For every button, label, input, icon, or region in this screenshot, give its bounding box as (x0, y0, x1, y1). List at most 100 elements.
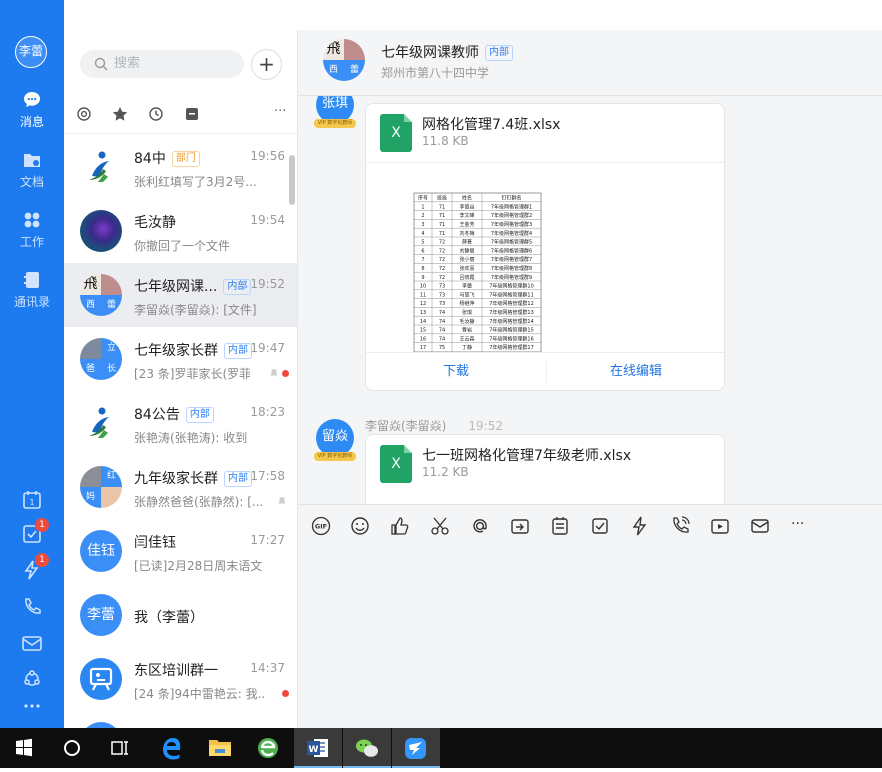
word-label: W (309, 745, 319, 755)
message-sender: 李留焱(李留焱) 19:52 (365, 419, 503, 433)
task-view-icon[interactable] (96, 728, 144, 768)
preview-cell: 6 (421, 248, 424, 254)
file-preview[interactable]: 序号 班级 姓名 钉钉群名 1 71 李留焱 7年级网格管理群1 2 71 李文峰 7年级网格管理群2… (366, 162, 724, 361)
download-button[interactable]: 下载 (366, 353, 546, 390)
file-card[interactable]: X 七一班网格化管理7年级老师.xlsx 11.2 KB (365, 434, 725, 504)
preview-cell: 9 (421, 275, 424, 281)
preview-cell: 73 (439, 284, 445, 290)
conversation-item[interactable]: 红 妈 九年级家长群 内部 17:58 张静然爸爸(张静然): [... (64, 455, 297, 519)
mail-icon[interactable] (749, 515, 771, 537)
call-icon[interactable] (669, 515, 691, 537)
sender-avatar[interactable]: 张琪 VIP 数字化教师 (314, 96, 356, 128)
ding-icon[interactable] (629, 515, 651, 537)
history-icon[interactable] (148, 106, 164, 122)
preview-cell: 李留焱 (459, 203, 474, 210)
svg-text:1: 1 (29, 498, 34, 507)
file-size: 11.2 KB (422, 465, 469, 479)
conversation-time: 17:58 (250, 469, 285, 483)
star-icon[interactable] (112, 106, 128, 122)
conversation-item[interactable]: 飛 西 蕾 七年级网课... 内部 19:52 李留焱(李留焱): [文件] (64, 263, 297, 327)
dingtalk-icon[interactable] (392, 728, 440, 768)
excel-file-icon: X (380, 445, 412, 483)
at-icon[interactable] (76, 106, 92, 122)
input-toolbar: GIF ··· (298, 504, 882, 728)
apps-icon (24, 212, 40, 228)
add-button[interactable]: + (251, 49, 282, 80)
conversation-item[interactable]: 毛汝静 19:54 你撤回了一个文件 (64, 199, 297, 263)
list-scrollbar[interactable] (289, 155, 295, 205)
emoji-icon[interactable] (349, 515, 371, 537)
conversation-item[interactable]: 84公告 内部 18:23 张艳涛(张艳涛): 收到 (64, 391, 297, 455)
file-name[interactable]: 网格化管理7.4班.xlsx (422, 114, 560, 134)
preview-cell: 张琪 (462, 309, 472, 316)
preview-cell: 72 (439, 240, 445, 246)
gif-icon[interactable]: GIF (310, 515, 332, 537)
conversation-item[interactable]: 李蕾 我（李蕾） (64, 583, 297, 647)
filter-more[interactable]: ··· (274, 104, 286, 119)
cortana-icon[interactable] (48, 728, 96, 768)
conversation-item[interactable]: 佳钰 闫佳钰 17:27 [已读]2月28日周末语文 (64, 519, 297, 583)
task-icon[interactable] (589, 515, 611, 537)
conversation-preview: 张艳涛(张艳涛): 收到 (134, 431, 248, 445)
nav-contacts-label: 通讯录 (13, 295, 50, 309)
preview-cell: 马慧飞 (459, 291, 474, 298)
preview-cell: 4 (421, 231, 424, 237)
preview-cell: 张欢喜 (459, 265, 474, 272)
archive-icon[interactable] (184, 106, 200, 122)
conversation-preview: [已读]2月28日周末语文 (134, 559, 263, 573)
message-area[interactable]: 张琪 VIP 数字化教师 X 网格化管理7.4班.xlsx 11.8 KB 序号… (298, 96, 882, 504)
preview-cell: 7年级网格管理群15 (489, 327, 534, 334)
preview-cell: 姓名 (462, 195, 472, 202)
preview-cell: 7年级网格管理群17 (489, 344, 534, 351)
conversation-item[interactable]: 84中 部门 19:56 张利红填写了3月2号... (64, 135, 297, 199)
preview-cell: 74 (439, 336, 445, 342)
edge-icon[interactable] (148, 728, 196, 768)
conversation-item-partial[interactable] (64, 711, 297, 728)
conversation-time: 19:54 (250, 213, 285, 227)
preview-cell: 73 (439, 301, 445, 307)
share-icon[interactable] (20, 667, 44, 691)
nav-work[interactable]: 工作 (0, 210, 64, 250)
calendar-icon[interactable]: 1 (20, 488, 44, 512)
window-title-bar (0, 0, 882, 30)
nav-documents[interactable]: 文档 (0, 150, 64, 190)
sender-avatar[interactable]: 留焱 VIP 数字化教师 (314, 419, 356, 461)
file-name[interactable]: 七一班网格化管理7年级老师.xlsx (422, 445, 631, 465)
nav-messages[interactable]: 消息 (0, 90, 64, 130)
video-icon[interactable] (709, 515, 731, 537)
toolbar-more[interactable]: ··· (791, 516, 813, 538)
forward-icon[interactable] (509, 515, 531, 537)
scissors-icon[interactable] (429, 515, 451, 537)
browser-icon[interactable] (244, 728, 292, 768)
cert-badge: VIP 数字化教师 (314, 119, 356, 128)
file-explorer-icon[interactable] (196, 728, 244, 768)
online-edit-button[interactable]: 在线编辑 (546, 353, 724, 390)
my-avatar[interactable]: 李蕾 (15, 36, 47, 68)
word-icon[interactable]: W (294, 728, 342, 768)
dept-tag: 部门 (171, 151, 200, 167)
phone-icon[interactable] (20, 595, 44, 619)
conversation-item[interactable]: 东区培训群一 14:37 [24 条]94中雷艳云: 我... (64, 647, 297, 711)
windows-start-icon[interactable] (0, 728, 48, 768)
preview-cell: 7年级网格管理群16 (489, 335, 534, 342)
preview-cell: 10 (420, 284, 426, 290)
nav-documents-label: 文档 (19, 175, 44, 189)
preview-cell: 72 (439, 266, 445, 272)
nav-contacts[interactable]: 通讯录 (0, 270, 64, 310)
conversation-item[interactable]: 立 爸 长 七年级家长群内部 19:47 [23 条]罗菲家长(罗菲)... (64, 327, 297, 391)
mail-icon[interactable] (20, 631, 44, 655)
mention-icon[interactable] (469, 515, 491, 537)
chat-title[interactable]: 七年级网课教师 内部 (381, 42, 513, 62)
preview-cell: 71 (439, 213, 445, 219)
search-input[interactable]: 搜索 (80, 50, 244, 78)
wechat-icon[interactable] (343, 728, 391, 768)
notes-icon[interactable] (549, 515, 571, 537)
conversation-preview: [23 条]罗菲家长(罗菲)... (134, 367, 250, 381)
chat-group-avatar[interactable]: 飛 西 蕾 (323, 39, 365, 81)
more-icon[interactable] (20, 698, 44, 714)
thumbs-up-icon[interactable] (389, 515, 411, 537)
chat-subtitle: 郑州市第八十四中学 (381, 66, 490, 80)
preview-cell: 7年级网格管理群9 (491, 274, 532, 281)
preview-cell: 刘静丽 (459, 247, 474, 254)
file-card[interactable]: X 网格化管理7.4班.xlsx 11.8 KB 序号 班级 姓名 钉钉群名 1 71 李留… (365, 103, 725, 391)
